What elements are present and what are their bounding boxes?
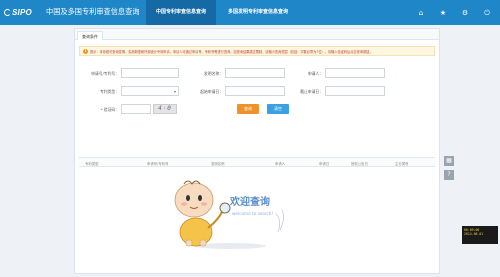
col-main-class[interactable]: 主分类号 <box>395 161 409 166</box>
search-button-label: 查询 <box>244 106 252 111</box>
search-button[interactable]: 查询 <box>237 104 259 114</box>
notice-text: 提示：本系统可查询发明、实用新型和外观设计专利申请，申请人可通过申请号、专利号等… <box>90 49 373 54</box>
clear-button-label: 清空 <box>274 106 282 111</box>
panel-tabbar: 查询条件 <box>75 29 439 40</box>
help-icon[interactable]: ? <box>444 170 454 180</box>
applicant-input[interactable] <box>325 68 385 78</box>
tab-china-patent-query[interactable]: 中国专利审查信息查询 <box>146 0 216 25</box>
application-number-input[interactable] <box>121 68 179 78</box>
col-application-number[interactable]: 申请号/专利号 <box>147 161 169 166</box>
col-invention-name[interactable]: 发明名称 <box>211 161 225 166</box>
home-icon[interactable]: ⌂ <box>416 8 426 18</box>
tab-multi-country-query[interactable]: 多国发明专利审查信息查询 <box>218 0 298 25</box>
applicant-label: 申请人： <box>307 71 323 76</box>
tab-query-conditions[interactable]: 查询条件 <box>77 31 103 40</box>
col-applicant[interactable]: 申请人 <box>275 161 285 166</box>
col-application-date[interactable]: 申请日 <box>319 161 329 166</box>
captcha-label: * 验证码： <box>100 107 119 112</box>
settings-icon[interactable]: ⚙ <box>460 8 470 18</box>
sipo-logo[interactable]: SIPO <box>4 5 32 20</box>
col-grant-date[interactable]: 授权公告日 <box>351 161 368 166</box>
system-title: 中国及多国专利审查信息查询 <box>46 7 140 16</box>
star-icon[interactable]: ★ <box>438 8 448 18</box>
chevron-down-icon: ▾ <box>173 89 176 94</box>
header-toolbar: ⌂ ★ ⚙ ⏻ <box>416 8 492 18</box>
grid-icon[interactable]: ▦ <box>444 156 454 166</box>
invention-name-label: 发明名称： <box>204 71 223 76</box>
captcha-image[interactable]: 4·0 <box>153 104 177 114</box>
warning-icon: ! <box>83 48 88 54</box>
start-date-input[interactable] <box>225 86 285 96</box>
top-header: SIPO 中国及多国专利审查信息查询 中国专利审查信息查询 多国发明专利审查信息… <box>0 0 500 25</box>
power-icon[interactable]: ⏻ <box>482 8 492 18</box>
clear-button[interactable]: 清空 <box>267 104 289 114</box>
invention-name-input[interactable] <box>225 68 285 78</box>
end-date-label: 截止申请日： <box>300 89 323 94</box>
clock-date: 2014-08-01 <box>464 232 484 236</box>
results-table-header: 专利类型 申请号/专利号 发明名称 申请人 申请日 授权公告日 主分类号 <box>79 157 435 167</box>
application-number-label: 申请号/专利号： <box>91 71 119 76</box>
start-date-label: 起始申请日： <box>200 89 223 94</box>
logo-swoosh-icon <box>4 9 11 16</box>
patent-type-label: 专利类型： <box>100 89 119 94</box>
patent-type-select[interactable]: ▾ <box>121 86 179 96</box>
logo-text: SIPO <box>12 8 32 17</box>
col-patent-type[interactable]: 专利类型 <box>85 161 99 166</box>
welcome-subtitle: welcome to search! <box>232 211 274 216</box>
captcha-input[interactable] <box>121 104 151 114</box>
notice-banner: ! 提示：本系统可查询发明、实用新型和外观设计专利申请，申请人可通过申请号、专利… <box>79 46 435 56</box>
welcome-title: 欢迎查询 <box>230 197 270 208</box>
welcome-mascot-illustration <box>174 180 284 249</box>
clock-widget: 00:09:00 2014-08-01 <box>462 226 498 244</box>
end-date-input[interactable] <box>325 86 385 96</box>
